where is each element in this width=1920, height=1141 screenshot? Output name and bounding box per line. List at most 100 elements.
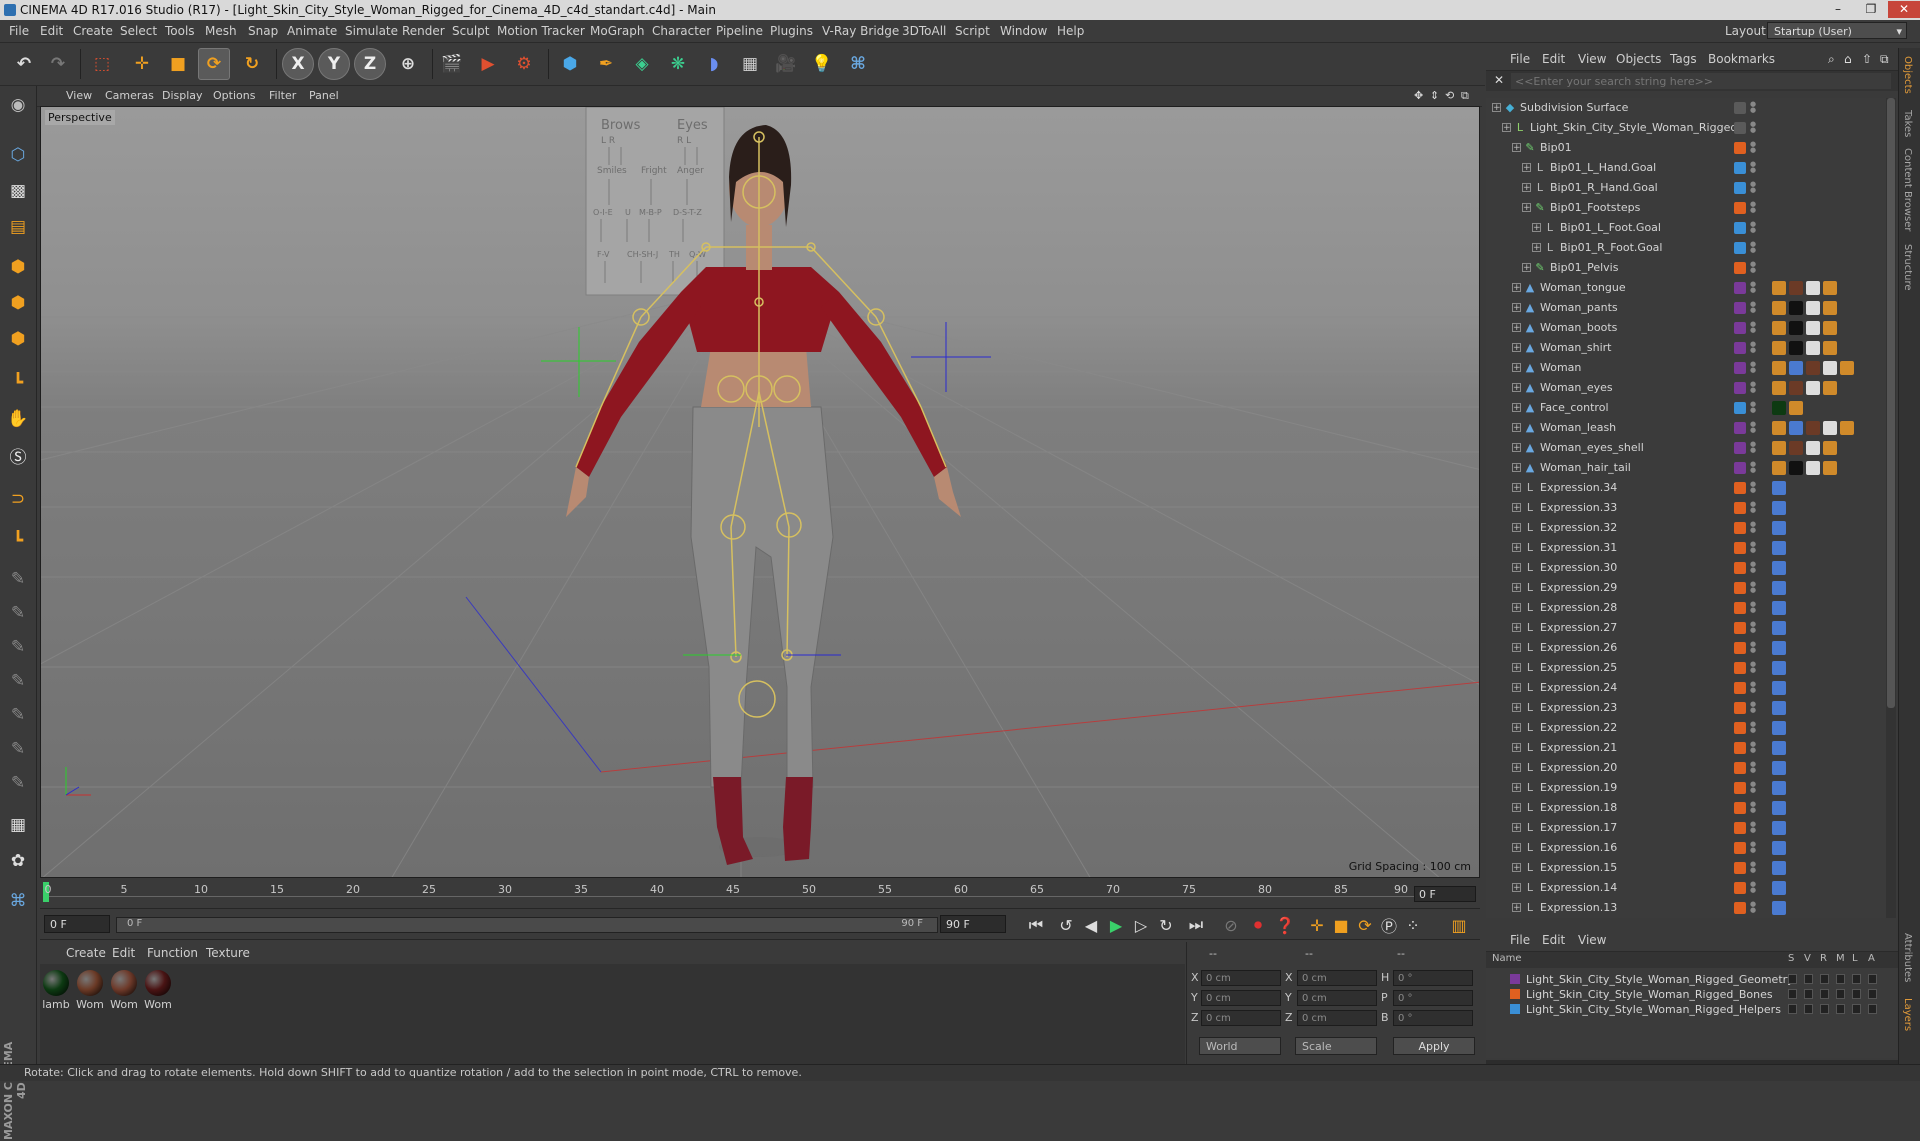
axis-mode-button[interactable]: ┗ (3, 368, 33, 398)
key-position-button[interactable]: ✛ (1306, 914, 1328, 936)
object-row[interactable]: + L Expression.24 ● ● (1486, 678, 1886, 698)
object-name[interactable]: Woman_eyes (1540, 381, 1613, 394)
layer-flag-toggle[interactable] (1852, 974, 1861, 984)
layer-color-chip[interactable] (1734, 142, 1746, 154)
recent-tools-button[interactable]: ↻ (236, 48, 268, 80)
visibility-dots-icon[interactable]: ● ● (1750, 681, 1756, 695)
object-name[interactable]: Expression.18 (1540, 801, 1617, 814)
expand-toggle-icon[interactable]: + (1512, 823, 1521, 833)
object-row[interactable]: + L Expression.20 ● ● (1486, 758, 1886, 778)
z-axis-lock-button[interactable]: Z (354, 48, 386, 80)
layer-color-chip[interactable] (1734, 482, 1746, 494)
menu-script[interactable]: Script (955, 24, 990, 38)
menu-motion-tracker[interactable]: Motion Tracker (497, 24, 585, 38)
expand-toggle-icon[interactable]: + (1492, 103, 1501, 113)
key-pla-button[interactable]: ⁘ (1402, 914, 1424, 936)
menu-character[interactable]: Character (652, 24, 711, 38)
expand-toggle-icon[interactable]: + (1532, 223, 1541, 233)
object-name[interactable]: Expression.15 (1540, 861, 1617, 874)
layer-flag-toggle[interactable] (1820, 989, 1829, 999)
expand-toggle-icon[interactable]: + (1512, 883, 1521, 893)
expand-toggle-icon[interactable]: + (1522, 263, 1531, 273)
visibility-dots-icon[interactable]: ● ● (1750, 521, 1756, 535)
expand-toggle-icon[interactable]: + (1512, 143, 1521, 153)
expand-toggle-icon[interactable]: + (1512, 303, 1521, 313)
object-row[interactable]: + L Expression.33 ● ● (1486, 498, 1886, 518)
visibility-dots-icon[interactable]: ● ● (1750, 201, 1756, 215)
layer-color-chip[interactable] (1734, 502, 1746, 514)
live-selection-button[interactable]: ⬚ (86, 48, 118, 80)
object-row[interactable]: + ▲ Woman_shirt ● ● (1486, 338, 1886, 358)
object-row[interactable]: + ▲ Woman_tongue ● ● (1486, 278, 1886, 298)
frame-range-slider[interactable]: 0 F 90 F (116, 917, 938, 933)
expand-toggle-icon[interactable]: + (1512, 403, 1521, 413)
visibility-dots-icon[interactable]: ● ● (1750, 181, 1756, 195)
visibility-dots-icon[interactable]: ● ● (1750, 601, 1756, 615)
key-rotation-button[interactable]: ⟳ (1354, 914, 1376, 936)
tweak-mode-button[interactable]: ✋ (3, 404, 33, 434)
layer-color-chip[interactable] (1734, 322, 1746, 334)
object-row[interactable]: + ✎ Bip01_Pelvis ● ● (1486, 258, 1886, 278)
tag-icon[interactable] (1772, 761, 1786, 775)
new-view-icon[interactable]: ⧉ (1880, 52, 1889, 67)
close-search-icon[interactable]: ✕ (1494, 73, 1504, 87)
expand-toggle-icon[interactable]: + (1512, 863, 1521, 873)
object-row[interactable]: + ◆ Subdivision Surface ● ● (1486, 98, 1886, 118)
model-mode-button[interactable]: ⬡ (3, 140, 33, 170)
go-to-end-button[interactable]: ⏭ (1185, 914, 1207, 936)
rotation-p-field[interactable]: 0 ° (1393, 990, 1473, 1006)
tag-icon[interactable] (1823, 441, 1837, 455)
y-axis-lock-button[interactable]: Y (318, 48, 350, 80)
tag-icon[interactable] (1789, 381, 1803, 395)
python-script-button[interactable]: ⌘ (3, 886, 33, 916)
layer-color-chip[interactable] (1734, 782, 1746, 794)
visibility-dots-icon[interactable]: ● ● (1750, 701, 1756, 715)
object-name[interactable]: Expression.17 (1540, 821, 1617, 834)
tag-icon[interactable] (1772, 421, 1786, 435)
layer-row[interactable]: Light_Skin_City_Style_Woman_Rigged_Bones (1486, 987, 1898, 1002)
object-row[interactable]: + L Expression.17 ● ● (1486, 818, 1886, 838)
menu-help[interactable]: Help (1057, 24, 1084, 38)
object-name[interactable]: Bip01_L_Hand.Goal (1550, 161, 1656, 174)
layer-name[interactable]: Light_Skin_City_Style_Woman_Rigged_Geome… (1526, 973, 1794, 986)
menu-plugins[interactable]: Plugins (770, 24, 813, 38)
visibility-dots-icon[interactable]: ● ● (1750, 861, 1756, 875)
object-row[interactable]: + L Expression.26 ● ● (1486, 638, 1886, 658)
layer-flag-toggle[interactable] (1804, 1004, 1813, 1014)
end-frame-field[interactable]: 90 F (940, 915, 1006, 933)
menu-simulate[interactable]: Simulate (345, 24, 398, 38)
add-camera-button[interactable]: 🎥 (770, 48, 802, 80)
tag-icon[interactable] (1806, 421, 1820, 435)
object-row[interactable]: + ▲ Woman_eyes ● ● (1486, 378, 1886, 398)
layer-color-chip[interactable] (1734, 302, 1746, 314)
object-name[interactable]: Expression.22 (1540, 721, 1617, 734)
object-row[interactable]: + L Bip01_R_Hand.Goal ● ● (1486, 178, 1886, 198)
visibility-dots-icon[interactable]: ● ● (1750, 121, 1756, 135)
brush-tool-1[interactable]: ✎ (3, 564, 33, 594)
object-name[interactable]: Expression.28 (1540, 601, 1617, 614)
layer-color-chip[interactable] (1734, 742, 1746, 754)
rotation-b-field[interactable]: 0 ° (1393, 1010, 1473, 1026)
expand-toggle-icon[interactable]: + (1512, 743, 1521, 753)
object-name[interactable]: Woman_eyes_shell (1540, 441, 1644, 454)
layer-flag-toggle[interactable] (1820, 1004, 1829, 1014)
size-mode-dropdown[interactable]: Scale (1295, 1037, 1377, 1055)
layer-color-chip[interactable] (1734, 422, 1746, 434)
tag-icon[interactable] (1772, 601, 1786, 615)
tab-structure[interactable]: Structure (1902, 244, 1913, 291)
points-mode-button[interactable]: ⬢ (3, 252, 33, 282)
object-name[interactable]: Expression.26 (1540, 641, 1617, 654)
object-row[interactable]: + L Expression.13 ● ● (1486, 898, 1886, 918)
tag-icon[interactable] (1772, 801, 1786, 815)
expand-toggle-icon[interactable]: + (1512, 543, 1521, 553)
layer-flag-toggle[interactable] (1820, 974, 1829, 984)
object-row[interactable]: + ✎ Bip01_Footsteps ● ● (1486, 198, 1886, 218)
tag-icon[interactable] (1772, 401, 1786, 415)
scrollbar-thumb[interactable] (1887, 98, 1895, 708)
object-name[interactable]: Woman_shirt (1540, 341, 1611, 354)
visibility-dots-icon[interactable]: ● ● (1750, 341, 1756, 355)
tag-icon[interactable] (1772, 861, 1786, 875)
menu-pipeline[interactable]: Pipeline (716, 24, 763, 38)
object-row[interactable]: + L Expression.31 ● ● (1486, 538, 1886, 558)
tag-icon[interactable] (1772, 641, 1786, 655)
